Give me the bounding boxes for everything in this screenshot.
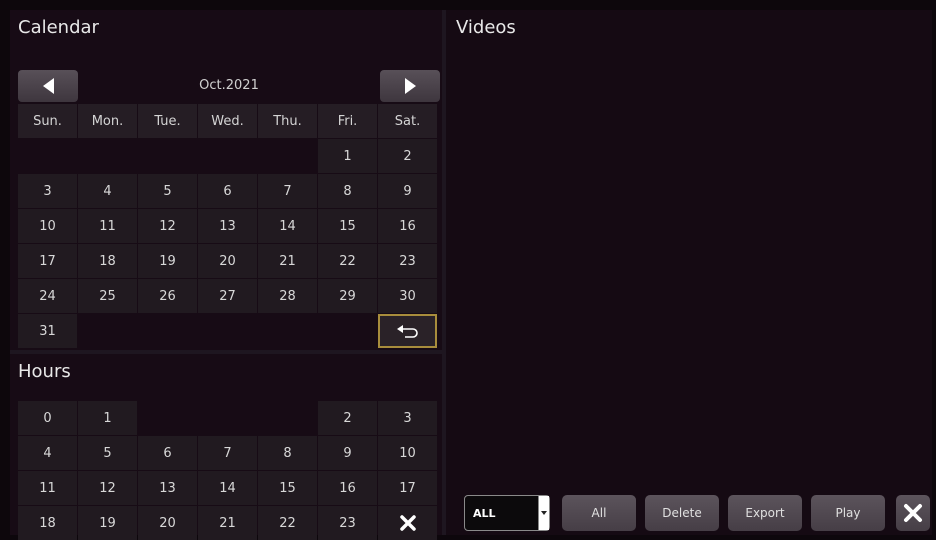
- hour-cell[interactable]: 16: [318, 471, 377, 505]
- calendar-day[interactable]: 12: [138, 209, 197, 243]
- hour-cell[interactable]: 5: [78, 436, 137, 470]
- playback-screen: Calendar Oct.2021 Sun. Mon. Tue. Wed. Th…: [10, 10, 932, 540]
- close-videos-button[interactable]: [896, 495, 930, 531]
- export-button[interactable]: Export: [728, 495, 802, 531]
- back-arrow-icon: [396, 325, 418, 338]
- right-arrow-icon: [404, 78, 416, 94]
- hour-cell[interactable]: 12: [78, 471, 137, 505]
- calendar-day[interactable]: 20: [198, 244, 257, 278]
- empty-cell: [138, 314, 197, 348]
- empty-cell: [198, 139, 257, 173]
- weekday-label: Sat.: [378, 104, 437, 138]
- empty-cell: [258, 401, 317, 435]
- hour-cell[interactable]: 7: [198, 436, 257, 470]
- hour-cell[interactable]: 3: [378, 401, 437, 435]
- hours-title: Hours: [18, 361, 71, 382]
- weekday-label: Fri.: [318, 104, 377, 138]
- calendar-day[interactable]: 13: [198, 209, 257, 243]
- weekday-label: Wed.: [198, 104, 257, 138]
- calendar-title: Calendar: [18, 17, 99, 38]
- hour-cell[interactable]: 0: [18, 401, 77, 435]
- calendar-day[interactable]: 24: [18, 279, 77, 313]
- videos-title: Videos: [456, 17, 516, 38]
- empty-cell: [258, 314, 317, 348]
- chevron-down-icon: [538, 496, 549, 530]
- calendar-day[interactable]: 9: [378, 174, 437, 208]
- calendar-day[interactable]: 8: [318, 174, 377, 208]
- next-month-button[interactable]: [380, 70, 440, 102]
- empty-cell: [18, 139, 77, 173]
- calendar-day[interactable]: 23: [378, 244, 437, 278]
- close-icon: [399, 515, 416, 531]
- play-button[interactable]: Play: [811, 495, 885, 531]
- calendar-day[interactable]: 31: [18, 314, 77, 348]
- delete-button[interactable]: Delete: [645, 495, 719, 531]
- hours-grid: 0 1 2 3 4 5 6 7 8 9 10 11 12 13 14 15 16 17 18 19 20 21 22 23: [18, 401, 437, 540]
- empty-cell: [138, 401, 197, 435]
- empty-cell: [318, 314, 377, 348]
- weekday-header: Sun. Mon. Tue. Wed. Thu. Fri. Sat.: [18, 104, 437, 138]
- calendar-day[interactable]: 10: [18, 209, 77, 243]
- calendar-day[interactable]: 21: [258, 244, 317, 278]
- calendar-day[interactable]: 14: [258, 209, 317, 243]
- filter-select[interactable]: ALL: [464, 495, 550, 531]
- hour-cell[interactable]: 2: [318, 401, 377, 435]
- calendar-day[interactable]: 28: [258, 279, 317, 313]
- calendar-day[interactable]: 27: [198, 279, 257, 313]
- hour-cell[interactable]: 17: [378, 471, 437, 505]
- calendar-day-grid: 1 2 3 4 5 6 7 8 9 10 11 12 13 14 15 16 17 18 19 20 21 22 23 24 2…: [18, 139, 437, 348]
- calendar-day[interactable]: 26: [138, 279, 197, 313]
- calendar-day[interactable]: 22: [318, 244, 377, 278]
- calendar-day[interactable]: 17: [18, 244, 77, 278]
- hour-cell[interactable]: 15: [258, 471, 317, 505]
- left-arrow-icon: [42, 78, 54, 94]
- calendar-day[interactable]: 5: [138, 174, 197, 208]
- calendar-day[interactable]: 19: [138, 244, 197, 278]
- empty-cell: [198, 401, 257, 435]
- empty-cell: [258, 139, 317, 173]
- back-button[interactable]: [378, 314, 437, 348]
- month-label: Oct.2021: [199, 78, 259, 93]
- hour-cell[interactable]: 9: [318, 436, 377, 470]
- close-icon: [904, 504, 922, 522]
- hour-cell[interactable]: 14: [198, 471, 257, 505]
- hour-cell[interactable]: 8: [258, 436, 317, 470]
- hour-cell[interactable]: 11: [18, 471, 77, 505]
- calendar-day[interactable]: 18: [78, 244, 137, 278]
- calendar-day[interactable]: 7: [258, 174, 317, 208]
- calendar-day[interactable]: 3: [18, 174, 77, 208]
- calendar-day[interactable]: 6: [198, 174, 257, 208]
- hour-cell[interactable]: 4: [18, 436, 77, 470]
- calendar-day[interactable]: 15: [318, 209, 377, 243]
- hour-cell[interactable]: 10: [378, 436, 437, 470]
- weekday-label: Sun.: [18, 104, 77, 138]
- all-button[interactable]: All: [562, 495, 636, 531]
- weekday-label: Tue.: [138, 104, 197, 138]
- prev-month-button[interactable]: [18, 70, 78, 102]
- empty-cell: [78, 314, 137, 348]
- calendar-day[interactable]: 30: [378, 279, 437, 313]
- hour-cell[interactable]: 13: [138, 471, 197, 505]
- horizontal-divider: [10, 350, 442, 354]
- calendar-day[interactable]: 11: [78, 209, 137, 243]
- weekday-label: Thu.: [258, 104, 317, 138]
- calendar-day[interactable]: 1: [318, 139, 377, 173]
- calendar-day[interactable]: 29: [318, 279, 377, 313]
- hour-cell[interactable]: 6: [138, 436, 197, 470]
- empty-cell: [198, 314, 257, 348]
- videos-area: Videos: [446, 10, 932, 535]
- calendar-day[interactable]: 16: [378, 209, 437, 243]
- filter-select-value: ALL: [473, 507, 496, 520]
- calendar-day[interactable]: 4: [78, 174, 137, 208]
- weekday-label: Mon.: [78, 104, 137, 138]
- empty-cell: [138, 139, 197, 173]
- empty-cell: [78, 139, 137, 173]
- hour-cell[interactable]: 1: [78, 401, 137, 435]
- calendar-day[interactable]: 2: [378, 139, 437, 173]
- calendar-day[interactable]: 25: [78, 279, 137, 313]
